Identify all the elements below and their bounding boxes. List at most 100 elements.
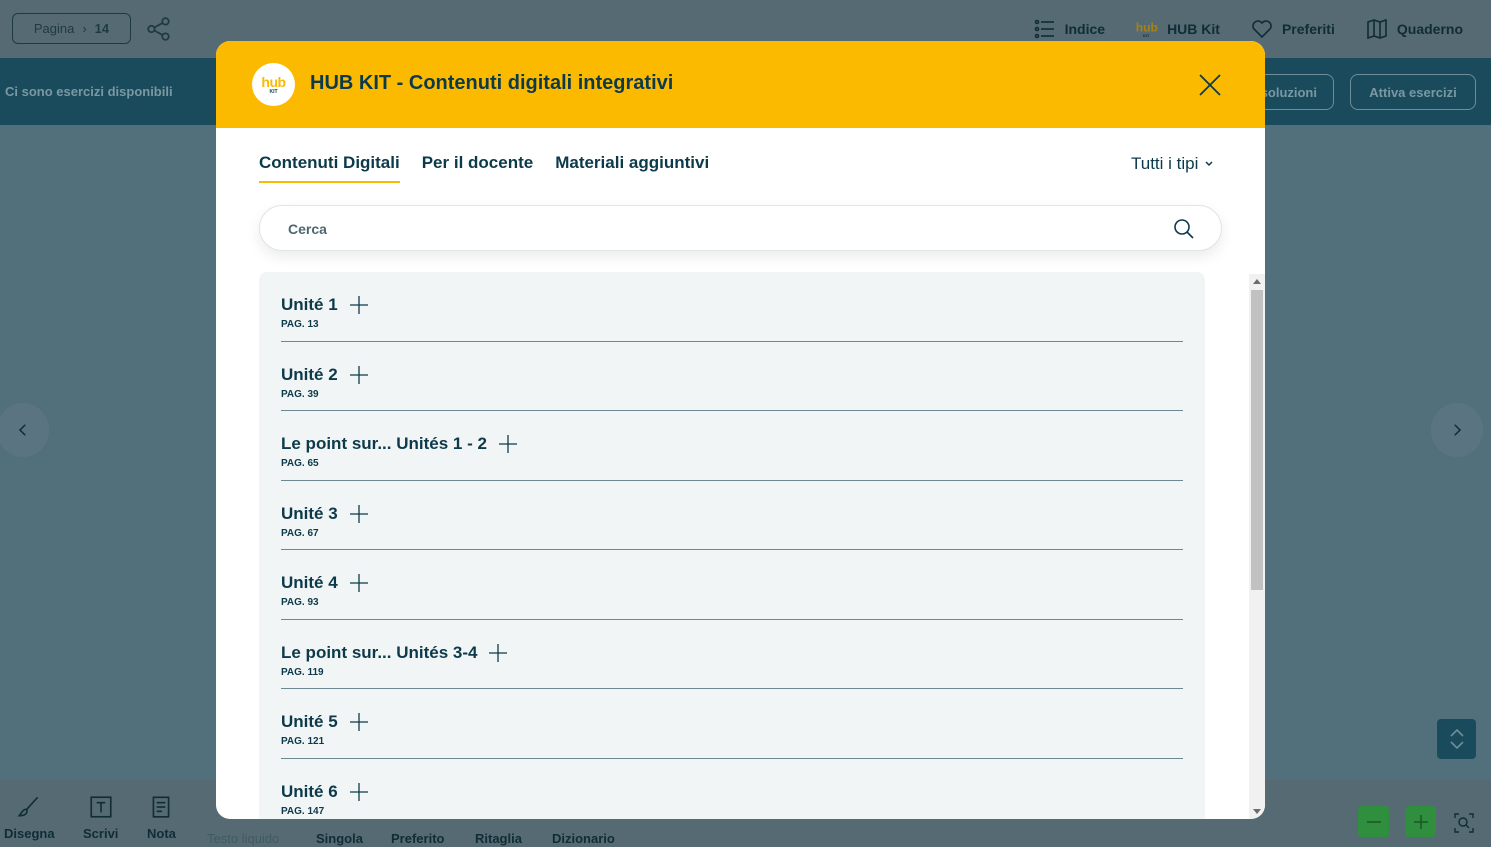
brush-icon bbox=[17, 796, 39, 817]
zoom-in-button[interactable] bbox=[1405, 806, 1436, 837]
nav-indice-label: Indice bbox=[1064, 21, 1106, 37]
tool-nota[interactable]: Nota bbox=[147, 794, 176, 841]
tool-preferito-label: Preferito bbox=[391, 831, 445, 846]
list-item: Le point sur... Unités 1 - 2 PAG. 65 bbox=[281, 411, 1183, 481]
chevron-up-down-icon bbox=[1449, 728, 1464, 750]
nav-indice[interactable]: Indice bbox=[1033, 17, 1105, 41]
nav-hub-kit[interactable]: hub KIT HUB Kit bbox=[1135, 17, 1220, 41]
next-page-button[interactable] bbox=[1431, 403, 1483, 457]
prev-page-button[interactable] bbox=[0, 403, 49, 457]
nav-quaderno-label: Quaderno bbox=[1396, 21, 1463, 37]
chevron-left-icon bbox=[18, 424, 26, 436]
nav-preferiti[interactable]: Preferiti bbox=[1250, 17, 1335, 41]
heart-icon bbox=[1252, 20, 1272, 39]
tool-disegna-label: Disegna bbox=[4, 826, 55, 841]
modal-tabs: Contenuti Digitali Per il docente Materi… bbox=[259, 153, 709, 183]
unit-title-row: Le point sur... Unités 1 - 2 bbox=[281, 433, 519, 455]
list-icon bbox=[1034, 19, 1054, 39]
search-box bbox=[259, 205, 1222, 251]
unit-title: Unité 5 bbox=[281, 712, 338, 731]
unit-title: Unité 1 bbox=[281, 295, 338, 314]
unit-title: Le point sur... Unités 1 - 2 bbox=[281, 434, 487, 453]
tool-singola[interactable]: Singola bbox=[316, 831, 363, 846]
unit-page: PAG. 121 bbox=[281, 736, 325, 747]
share-icon[interactable] bbox=[146, 16, 172, 42]
unit-title: Unité 3 bbox=[281, 503, 338, 523]
scroll-toggle-button[interactable] bbox=[1437, 719, 1476, 759]
logo-sub: KIT bbox=[269, 88, 278, 95]
tool-dizionario[interactable]: Dizionario bbox=[552, 831, 615, 846]
type-filter-dropdown[interactable]: Tutti i tipi bbox=[1131, 154, 1214, 174]
unit-title-row: Unité 3 bbox=[281, 503, 370, 525]
page-number: 14 bbox=[94, 21, 110, 36]
list-item: Unité 6 PAG. 147 bbox=[281, 759, 1183, 820]
unit-page: PAG. 93 bbox=[281, 597, 319, 608]
page-selector[interactable]: Pagina › 14 bbox=[12, 13, 131, 44]
tool-singola-label: Singola bbox=[316, 831, 363, 846]
units-list: Unité 1 PAG. 13 Unité 2 PAG. 39 Le point… bbox=[259, 272, 1205, 819]
expand-plus-icon[interactable] bbox=[348, 294, 370, 316]
expand-plus-icon[interactable] bbox=[348, 781, 370, 803]
unit-page: PAG. 39 bbox=[281, 388, 319, 400]
zoom-out-button[interactable] bbox=[1358, 806, 1389, 837]
unit-page: PAG. 67 bbox=[281, 527, 319, 539]
tool-scrivi-label: Scrivi bbox=[83, 826, 119, 841]
unit-title-row: Unité 2 bbox=[281, 364, 370, 386]
unit-page: PAG. 13 bbox=[281, 319, 319, 330]
unit-title-row: Le point sur... Unités 3-4 bbox=[281, 642, 509, 664]
unit-title: Le point sur... Unités 3-4 bbox=[281, 642, 478, 662]
modal-header: hub KIT HUB KIT - Contenuti digitali int… bbox=[216, 41, 1265, 128]
unit-title-row: Unité 5 bbox=[281, 711, 370, 733]
unit-title-row: Unité 1 bbox=[281, 294, 370, 316]
search-icon[interactable] bbox=[1172, 217, 1196, 241]
tab-materiali-aggiuntivi[interactable]: Materiali aggiuntivi bbox=[555, 153, 709, 183]
expand-plus-icon[interactable] bbox=[348, 364, 370, 386]
page-label: Pagina bbox=[33, 21, 75, 36]
search-input[interactable] bbox=[288, 218, 1168, 240]
chevron-right-icon bbox=[1454, 424, 1462, 436]
list-item: Unité 2 PAG. 39 bbox=[281, 342, 1183, 411]
tool-testo-liquido[interactable]: Testo liquido bbox=[207, 831, 279, 846]
scrollbar-thumb[interactable] bbox=[1251, 290, 1263, 590]
unit-page: PAG. 147 bbox=[281, 805, 325, 817]
list-item: Unité 5 PAG. 121 bbox=[281, 689, 1183, 759]
chevron-down-icon bbox=[1205, 161, 1213, 167]
logo-text: hub bbox=[261, 73, 286, 90]
list-item: Le point sur... Unités 3-4 PAG. 119 bbox=[281, 620, 1183, 689]
tool-scrivi[interactable]: Scrivi bbox=[83, 794, 118, 841]
hub-kit-logo: hub KIT bbox=[252, 63, 295, 106]
text-box-icon bbox=[90, 796, 112, 818]
nav-hub-kit-label: HUB Kit bbox=[1167, 21, 1220, 37]
scroll-up-arrow-icon[interactable] bbox=[1253, 279, 1261, 284]
expand-plus-icon[interactable] bbox=[497, 433, 519, 455]
tool-nota-label: Nota bbox=[147, 826, 176, 841]
modal-title: HUB KIT - Contenuti digitali integrativi bbox=[310, 72, 674, 94]
tool-disegna[interactable]: Disegna bbox=[4, 794, 55, 841]
list-scrollbar[interactable] bbox=[1249, 274, 1265, 819]
tab-per-il-docente[interactable]: Per il docente bbox=[422, 153, 533, 183]
expand-plus-icon[interactable] bbox=[348, 572, 370, 594]
close-icon[interactable] bbox=[1196, 71, 1224, 99]
tool-ritaglia[interactable]: Ritaglia bbox=[475, 831, 522, 846]
unit-page: PAG. 65 bbox=[281, 458, 319, 469]
hub-kit-logo-icon: hubKIT bbox=[1136, 20, 1158, 38]
nav-quaderno[interactable]: Quaderno bbox=[1365, 17, 1463, 41]
tab-contenuti-digitali[interactable]: Contenuti Digitali bbox=[259, 153, 400, 183]
expand-plus-icon[interactable] bbox=[487, 642, 509, 664]
expand-plus-icon[interactable] bbox=[348, 503, 370, 525]
expand-plus-icon[interactable] bbox=[348, 711, 370, 733]
book-icon bbox=[1367, 18, 1387, 40]
plus-icon bbox=[1413, 814, 1428, 829]
scroll-down-arrow-icon[interactable] bbox=[1253, 809, 1261, 814]
hub-kit-modal: hub KIT HUB KIT - Contenuti digitali int… bbox=[216, 41, 1265, 819]
zoom-search-icon[interactable] bbox=[1453, 812, 1475, 834]
minus-icon bbox=[1366, 820, 1381, 823]
unit-page: PAG. 119 bbox=[281, 666, 324, 678]
tool-preferito[interactable]: Preferito bbox=[391, 831, 444, 846]
tool-dizionario-label: Dizionario bbox=[552, 831, 615, 846]
exercise-message: Ci sono esercizi disponibili bbox=[5, 84, 173, 99]
activate-exercises-button[interactable]: Attiva esercizi bbox=[1350, 74, 1476, 110]
tool-testo-liquido-label: Testo liquido bbox=[207, 831, 280, 846]
note-icon bbox=[153, 796, 170, 818]
tool-ritaglia-label: Ritaglia bbox=[475, 831, 522, 846]
